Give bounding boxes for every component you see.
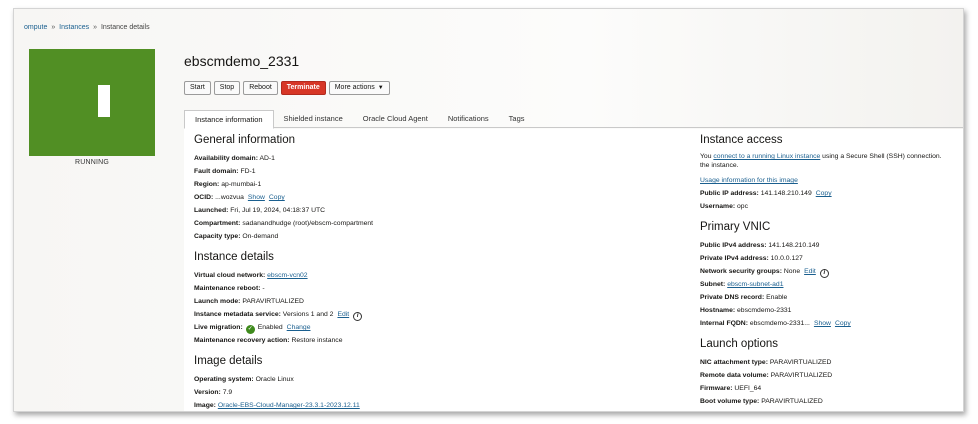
image-row: Image: Oracle-EBS-Cloud-Manager-23.3.1-2… (194, 402, 360, 409)
tab-bar: Instance information Shielded instance O… (184, 110, 963, 129)
terminate-button[interactable]: Terminate (280, 81, 326, 95)
private-ipv4-row: Private IPv4 address: 10.0.0.127 (700, 255, 803, 262)
access-description: You connect to a running Linux instance … (700, 153, 942, 169)
maintenance-reboot-row: Maintenance reboot: - (194, 285, 265, 292)
primary-vnic-heading: Primary VNIC (700, 221, 771, 233)
os-row: Operating system: Oracle Linux (194, 376, 294, 383)
left-column: General information Availability domain:… (194, 134, 674, 411)
breadcrumb-separator: » (93, 24, 97, 31)
fqdn-show-link[interactable]: Show (814, 320, 831, 327)
ocid-copy-link[interactable]: Copy (269, 194, 285, 201)
nsg-edit-link[interactable]: Edit (804, 268, 816, 275)
live-migration-row: Live migration: ✓ Enabled Change (194, 324, 311, 334)
instance-access-heading: Instance access (700, 134, 783, 146)
tab-shielded-instance[interactable]: Shielded instance (274, 110, 353, 128)
start-button[interactable]: Start (184, 81, 211, 95)
public-ip-copy-link[interactable]: Copy (816, 190, 832, 197)
breadcrumb-compute[interactable]: ompute (24, 24, 47, 31)
breadcrumb: ompute » Instances » Instance details (24, 24, 150, 31)
info-icon[interactable]: i (353, 312, 363, 321)
ocid-row: OCID: ...wozvua Show Copy (194, 194, 285, 201)
breadcrumb-instances[interactable]: Instances (59, 24, 89, 31)
recovery-action-row: Maintenance recovery action: Restore ins… (194, 337, 343, 344)
action-toolbar: Start Stop Reboot Terminate More actions… (184, 81, 390, 95)
firmware-row: Firmware: UEFI_64 (700, 385, 762, 392)
more-actions-label: More actions (334, 84, 375, 91)
instance-details-heading: Instance details (194, 251, 274, 263)
tab-content: General information Availability domain:… (184, 129, 963, 411)
launch-mode-row: Launch mode: PARAVIRTUALIZED (194, 298, 304, 305)
subnet-link[interactable]: ebscm-subnet-ad1 (727, 281, 783, 288)
launch-options-heading: Launch options (700, 338, 779, 350)
fqdn-copy-link[interactable]: Copy (835, 320, 851, 327)
nsg-row: Network security groups: None Edit i (700, 265, 963, 278)
page-title: ebscmdemo_2331 (184, 53, 300, 69)
reboot-button[interactable]: Reboot (243, 81, 278, 95)
general-information-heading: General information (194, 134, 295, 146)
caret-down-icon: ▼ (377, 85, 384, 91)
image-details-heading: Image details (194, 355, 263, 367)
console-window: ompute » Instances » Instance details RU… (13, 8, 964, 412)
dns-record-row: Private DNS record: Enable (700, 294, 788, 301)
image-link[interactable]: Oracle-EBS-Cloud-Manager-23.3.1-2023.12.… (218, 402, 360, 409)
capacity-type-row: Capacity type: On-demand (194, 233, 279, 240)
instance-glyph (98, 85, 110, 117)
stop-button[interactable]: Stop (213, 81, 241, 95)
subnet-row: Subnet: ebscm-subnet-ad1 (700, 281, 784, 288)
nic-type-row: NIC attachment type: PARAVIRTUALIZED (700, 359, 832, 366)
tab-oracle-cloud-agent[interactable]: Oracle Cloud Agent (353, 110, 438, 128)
usage-row: Usage information for this image (700, 174, 963, 187)
tab-tags[interactable]: Tags (499, 110, 535, 128)
info-icon[interactable]: i (819, 269, 829, 278)
vcn-link[interactable]: ebscm-vcn02 (267, 272, 307, 279)
region-row: Region: ap-mumbai-1 (194, 181, 262, 188)
check-circle-icon: ✓ (245, 325, 255, 334)
metadata-service-row: Instance metadata service: Versions 1 an… (194, 308, 674, 321)
boot-volume-row: Boot volume type: PARAVIRTUALIZED (700, 398, 823, 405)
vcn-row: Virtual cloud network: ebscm-vcn02 (194, 272, 308, 279)
remote-volume-row: Remote data volume: PARAVIRTUALIZED (700, 372, 833, 379)
fqdn-row: Internal FQDN: ebscmdemo-2331... Show Copy (700, 320, 851, 327)
fault-domain-row: Fault domain: FD-1 (194, 168, 256, 175)
breadcrumb-current: Instance details (100, 24, 150, 31)
public-ip-row: Public IP address: 141.148.210.149 Copy (700, 190, 832, 197)
migration-change-link[interactable]: Change (287, 324, 311, 331)
launched-row: Launched: Fri, Jul 19, 2024, 04:18:37 UT… (194, 207, 326, 214)
tab-instance-information[interactable]: Instance information (184, 110, 274, 129)
version-row: Version: 7.9 (194, 389, 233, 396)
public-ipv4-row: Public IPv4 address: 141.148.210.149 (700, 242, 820, 249)
instance-status-icon (29, 49, 155, 156)
breadcrumb-separator: » (51, 24, 56, 31)
right-column: Instance access You connect to a running… (700, 134, 963, 408)
usage-information-link[interactable]: Usage information for this image (700, 177, 798, 184)
compartment-row: Compartment: sadanandhudge (root)/ebscm-… (194, 220, 374, 227)
username-row: Username: opc (700, 203, 748, 210)
more-actions-button[interactable]: More actions ▼ (328, 81, 390, 95)
availability-domain-row: Availability domain: AD-1 (194, 155, 275, 162)
hostname-row: Hostname: ebscmdemo-2331 (700, 307, 792, 314)
ocid-show-link[interactable]: Show (248, 194, 265, 201)
status-label: RUNNING (74, 159, 110, 166)
metadata-edit-link[interactable]: Edit (337, 311, 349, 318)
connect-linux-link[interactable]: connect to a running Linux instance (713, 153, 820, 160)
tab-notifications[interactable]: Notifications (438, 110, 499, 128)
